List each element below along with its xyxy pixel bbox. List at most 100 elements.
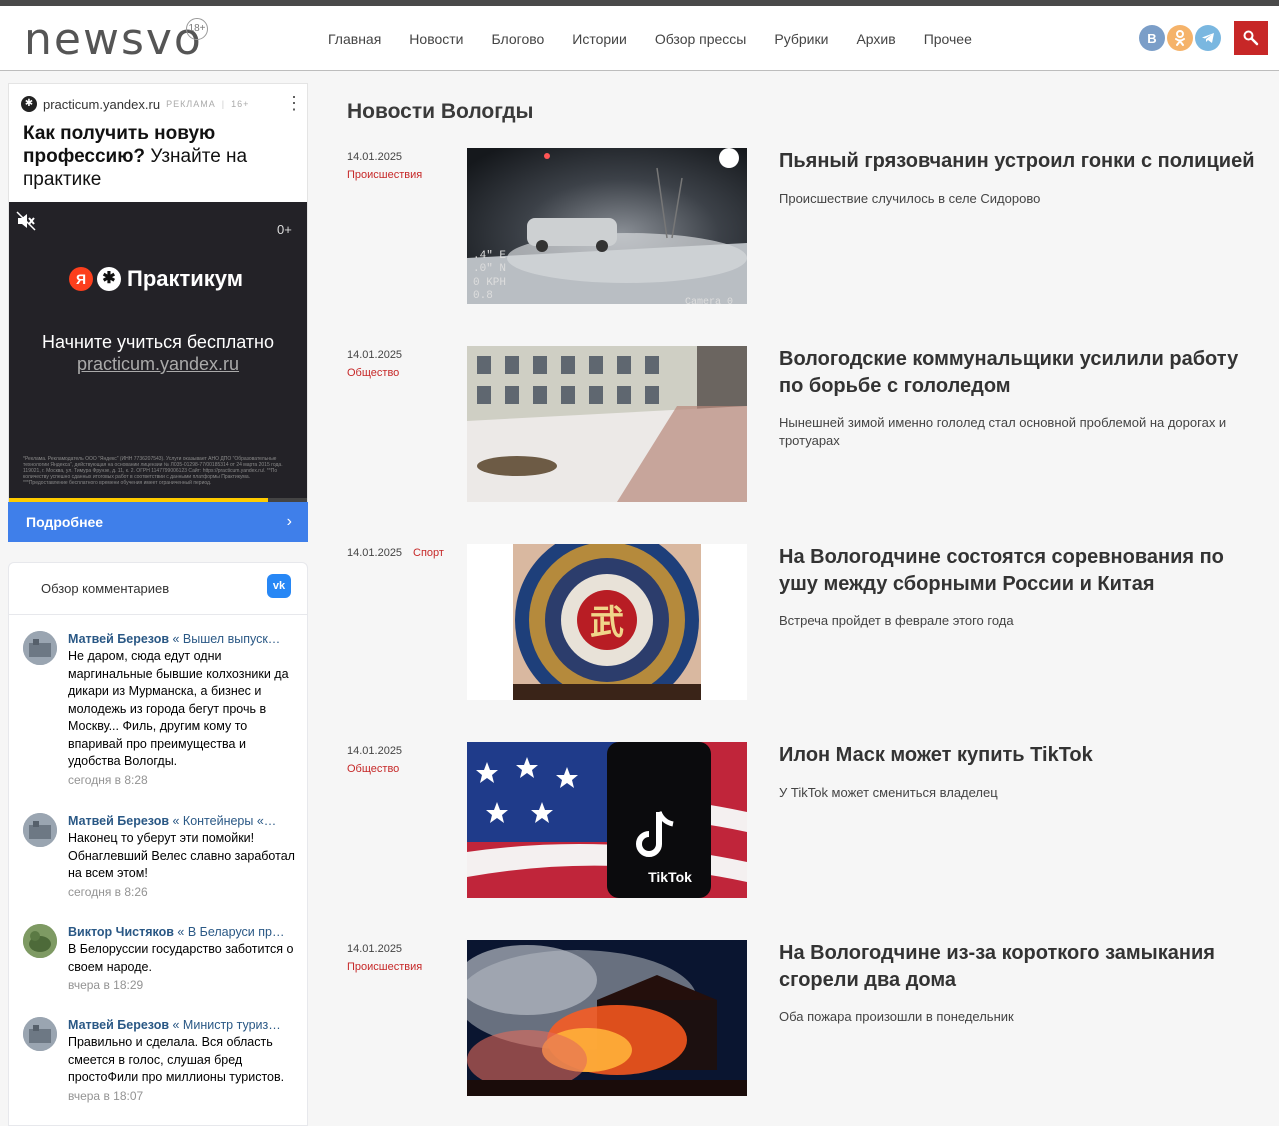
news-date: 14.01.2025 xyxy=(347,547,403,559)
news-date: 14.01.2025 xyxy=(347,151,403,163)
news-image-wushu-plate[interactable]: 武 xyxy=(467,544,747,700)
comment-text: Не даром, сюда едут одни маргинальные бы… xyxy=(68,649,289,768)
comment-author[interactable]: Матвей Березов xyxy=(68,814,169,828)
ad-legal-text: *Реклама. Рекламодатель ООО "Яндекс" (ИН… xyxy=(23,456,283,486)
nav-item-blogs[interactable]: Блогово xyxy=(478,31,559,47)
ad-url[interactable]: practicum.yandex.ru xyxy=(9,354,307,375)
ad-more-button[interactable]: Подробнее › xyxy=(8,502,308,542)
wushu-emblem: 武 xyxy=(590,603,624,643)
news-category[interactable]: Общество xyxy=(347,367,399,379)
nav-item-press-review[interactable]: Обзор прессы xyxy=(641,31,761,47)
dashcam-overlay: .4" E xyxy=(473,250,506,262)
ad-source[interactable]: ✱ practicum.yandex.ru РЕКЛАМА | 16+ xyxy=(21,96,249,112)
yandex-logo-icon: Я xyxy=(69,267,93,291)
svg-text:Camera 0: Camera 0 xyxy=(685,297,733,304)
main-nav: Главная Новости Блогово Истории Обзор пр… xyxy=(314,6,986,71)
tiktok-logo-text: TikTok xyxy=(648,869,692,885)
news-item: 14.01.2025 Общество TikTok Илон Маск мож… xyxy=(347,742,1267,900)
comment-post-link[interactable]: « Вышел выпуск… xyxy=(173,632,281,646)
news-item: 14.01.2025 Спорт 武 На Вологодчине состоя… xyxy=(347,544,1267,702)
comment-author[interactable]: Матвей Березов xyxy=(68,632,169,646)
ad-source-domain: practicum.yandex.ru xyxy=(43,96,161,112)
news-date: 14.01.2025 xyxy=(347,349,403,361)
age-rating-badge: 18+ xyxy=(186,18,208,40)
comments-widget: Обзор комментариев vk Матвей Березов « В… xyxy=(8,562,308,1126)
ad-tagline: Начните учиться бесплатно xyxy=(41,332,275,352)
comments-header: Обзор комментариев vk xyxy=(9,563,307,615)
comment-author[interactable]: Виктор Чистяков xyxy=(68,925,174,939)
news-lead: У TikTok может смениться владелец xyxy=(779,785,998,800)
news-image-dashcam[interactable]: .4" E .0" N 0 KPH 0.8 Camera 0 xyxy=(467,148,747,304)
nav-item-stories[interactable]: Истории xyxy=(558,31,641,47)
news-item: 14.01.2025 Общество Вологодские коммунал… xyxy=(347,346,1267,504)
practicum-favicon-icon: ✱ xyxy=(21,96,37,112)
avatar[interactable] xyxy=(23,631,57,665)
avatar[interactable] xyxy=(23,813,57,847)
more-options-icon[interactable]: ⋮ xyxy=(285,94,303,112)
news-image-tiktok[interactable]: TikTok xyxy=(467,742,747,898)
avatar[interactable] xyxy=(23,1017,57,1051)
vk-logo-icon[interactable]: vk xyxy=(267,574,291,598)
chevron-right-icon: › xyxy=(286,513,292,530)
comment-post-link[interactable]: « Министр туриз… xyxy=(173,1018,281,1032)
practicum-star-icon: ✱ xyxy=(97,267,121,291)
comment-post-link[interactable]: « Контейнеры «… xyxy=(173,814,277,828)
ad-headline[interactable]: Как получить новую профессию? Узнайте на… xyxy=(23,122,293,191)
news-lead: Происшествие случилось в селе Сидорово xyxy=(779,191,1041,206)
news-image-icy-street[interactable] xyxy=(467,346,747,502)
news-item: 14.01.2025 Происшествия .4" E .0" N 0 KP… xyxy=(347,148,1267,306)
news-date: 14.01.2025 xyxy=(347,745,403,757)
muted-speaker-icon[interactable] xyxy=(15,210,37,232)
avatar[interactable] xyxy=(23,924,57,958)
svg-text:0.8: 0.8 xyxy=(473,290,493,302)
comment-text: Наконец то уберут эти помойки! Обнаглевш… xyxy=(68,831,295,880)
comment-time[interactable]: вчера в 18:29 xyxy=(68,976,296,994)
site-logo[interactable]: newsvo xyxy=(24,16,203,64)
ad-video[interactable]: 0+ Я ✱ Практикум Начните учиться бесплат… xyxy=(9,202,307,502)
news-image-fire[interactable] xyxy=(467,940,747,1096)
news-title[interactable]: Пьяный грязовчанин устроил гонки с полиц… xyxy=(779,148,1265,175)
nav-item-other[interactable]: Прочее xyxy=(910,31,986,47)
ad-label: РЕКЛАМА xyxy=(166,99,216,109)
news-category[interactable]: Спорт xyxy=(413,547,444,559)
ad-banner[interactable]: ✱ practicum.yandex.ru РЕКЛАМА | 16+ ⋮ Ка… xyxy=(8,83,308,542)
news-title[interactable]: На Вологодчине из-за короткого замыкания… xyxy=(779,940,1265,994)
ad-more-label: Подробнее xyxy=(26,514,104,530)
comment-text: Правильно и сделала. Вся область смеется… xyxy=(68,1035,285,1084)
svg-text:.0" N: .0" N xyxy=(473,263,506,275)
vk-icon[interactable]: В xyxy=(1139,25,1165,51)
ad-age-label: 16+ xyxy=(231,99,250,109)
comment-post-link[interactable]: « В Беларуси пр… xyxy=(177,925,284,939)
news-title[interactable]: Вологодские коммунальщики усилили работу… xyxy=(779,346,1265,400)
comment-time[interactable]: вчера в 18:07 xyxy=(68,1087,296,1105)
comment-author[interactable]: Матвей Березов xyxy=(68,1018,169,1032)
search-button[interactable] xyxy=(1234,21,1268,55)
news-lead: Нынешней зимой именно гололед стал основ… xyxy=(779,415,1227,448)
page-title: Новости Вологды xyxy=(347,100,534,123)
nav-item-news[interactable]: Новости xyxy=(395,31,477,47)
svg-text:0 KPH: 0 KPH xyxy=(473,277,506,289)
nav-item-archive[interactable]: Архив xyxy=(842,31,909,47)
news-category[interactable]: Происшествия xyxy=(347,169,422,181)
site-header: newsvo 18+ Главная Новости Блогово Истор… xyxy=(0,6,1279,71)
news-title[interactable]: Илон Маск может купить TikTok xyxy=(779,742,1265,769)
news-category[interactable]: Происшествия xyxy=(347,961,422,973)
news-lead: Встреча пройдет в феврале этого года xyxy=(779,613,1014,628)
news-title[interactable]: На Вологодчине состоятся соревнования по… xyxy=(779,544,1265,598)
news-lead: Оба пожара произошли в понедельник xyxy=(779,1009,1014,1024)
social-links: В xyxy=(1139,25,1221,51)
news-category[interactable]: Общество xyxy=(347,763,399,775)
video-age-label: 0+ xyxy=(277,222,292,237)
ok-icon[interactable] xyxy=(1167,25,1193,51)
brand-name: Практикум xyxy=(127,266,244,291)
comment-time[interactable]: сегодня в 8:26 xyxy=(68,883,296,901)
nav-item-home[interactable]: Главная xyxy=(314,31,395,47)
comment-time[interactable]: сегодня в 8:28 xyxy=(68,771,296,789)
search-icon xyxy=(1243,30,1259,46)
nav-item-rubrics[interactable]: Рубрики xyxy=(760,31,842,47)
news-date: 14.01.2025 xyxy=(347,943,403,955)
telegram-icon[interactable] xyxy=(1195,25,1221,51)
comments-title: Обзор комментариев xyxy=(41,581,170,596)
news-item: 14.01.2025 Происшествия На Вологодчине и… xyxy=(347,940,1267,1098)
comment-text: В Белоруссии государство заботится о сво… xyxy=(68,942,294,974)
